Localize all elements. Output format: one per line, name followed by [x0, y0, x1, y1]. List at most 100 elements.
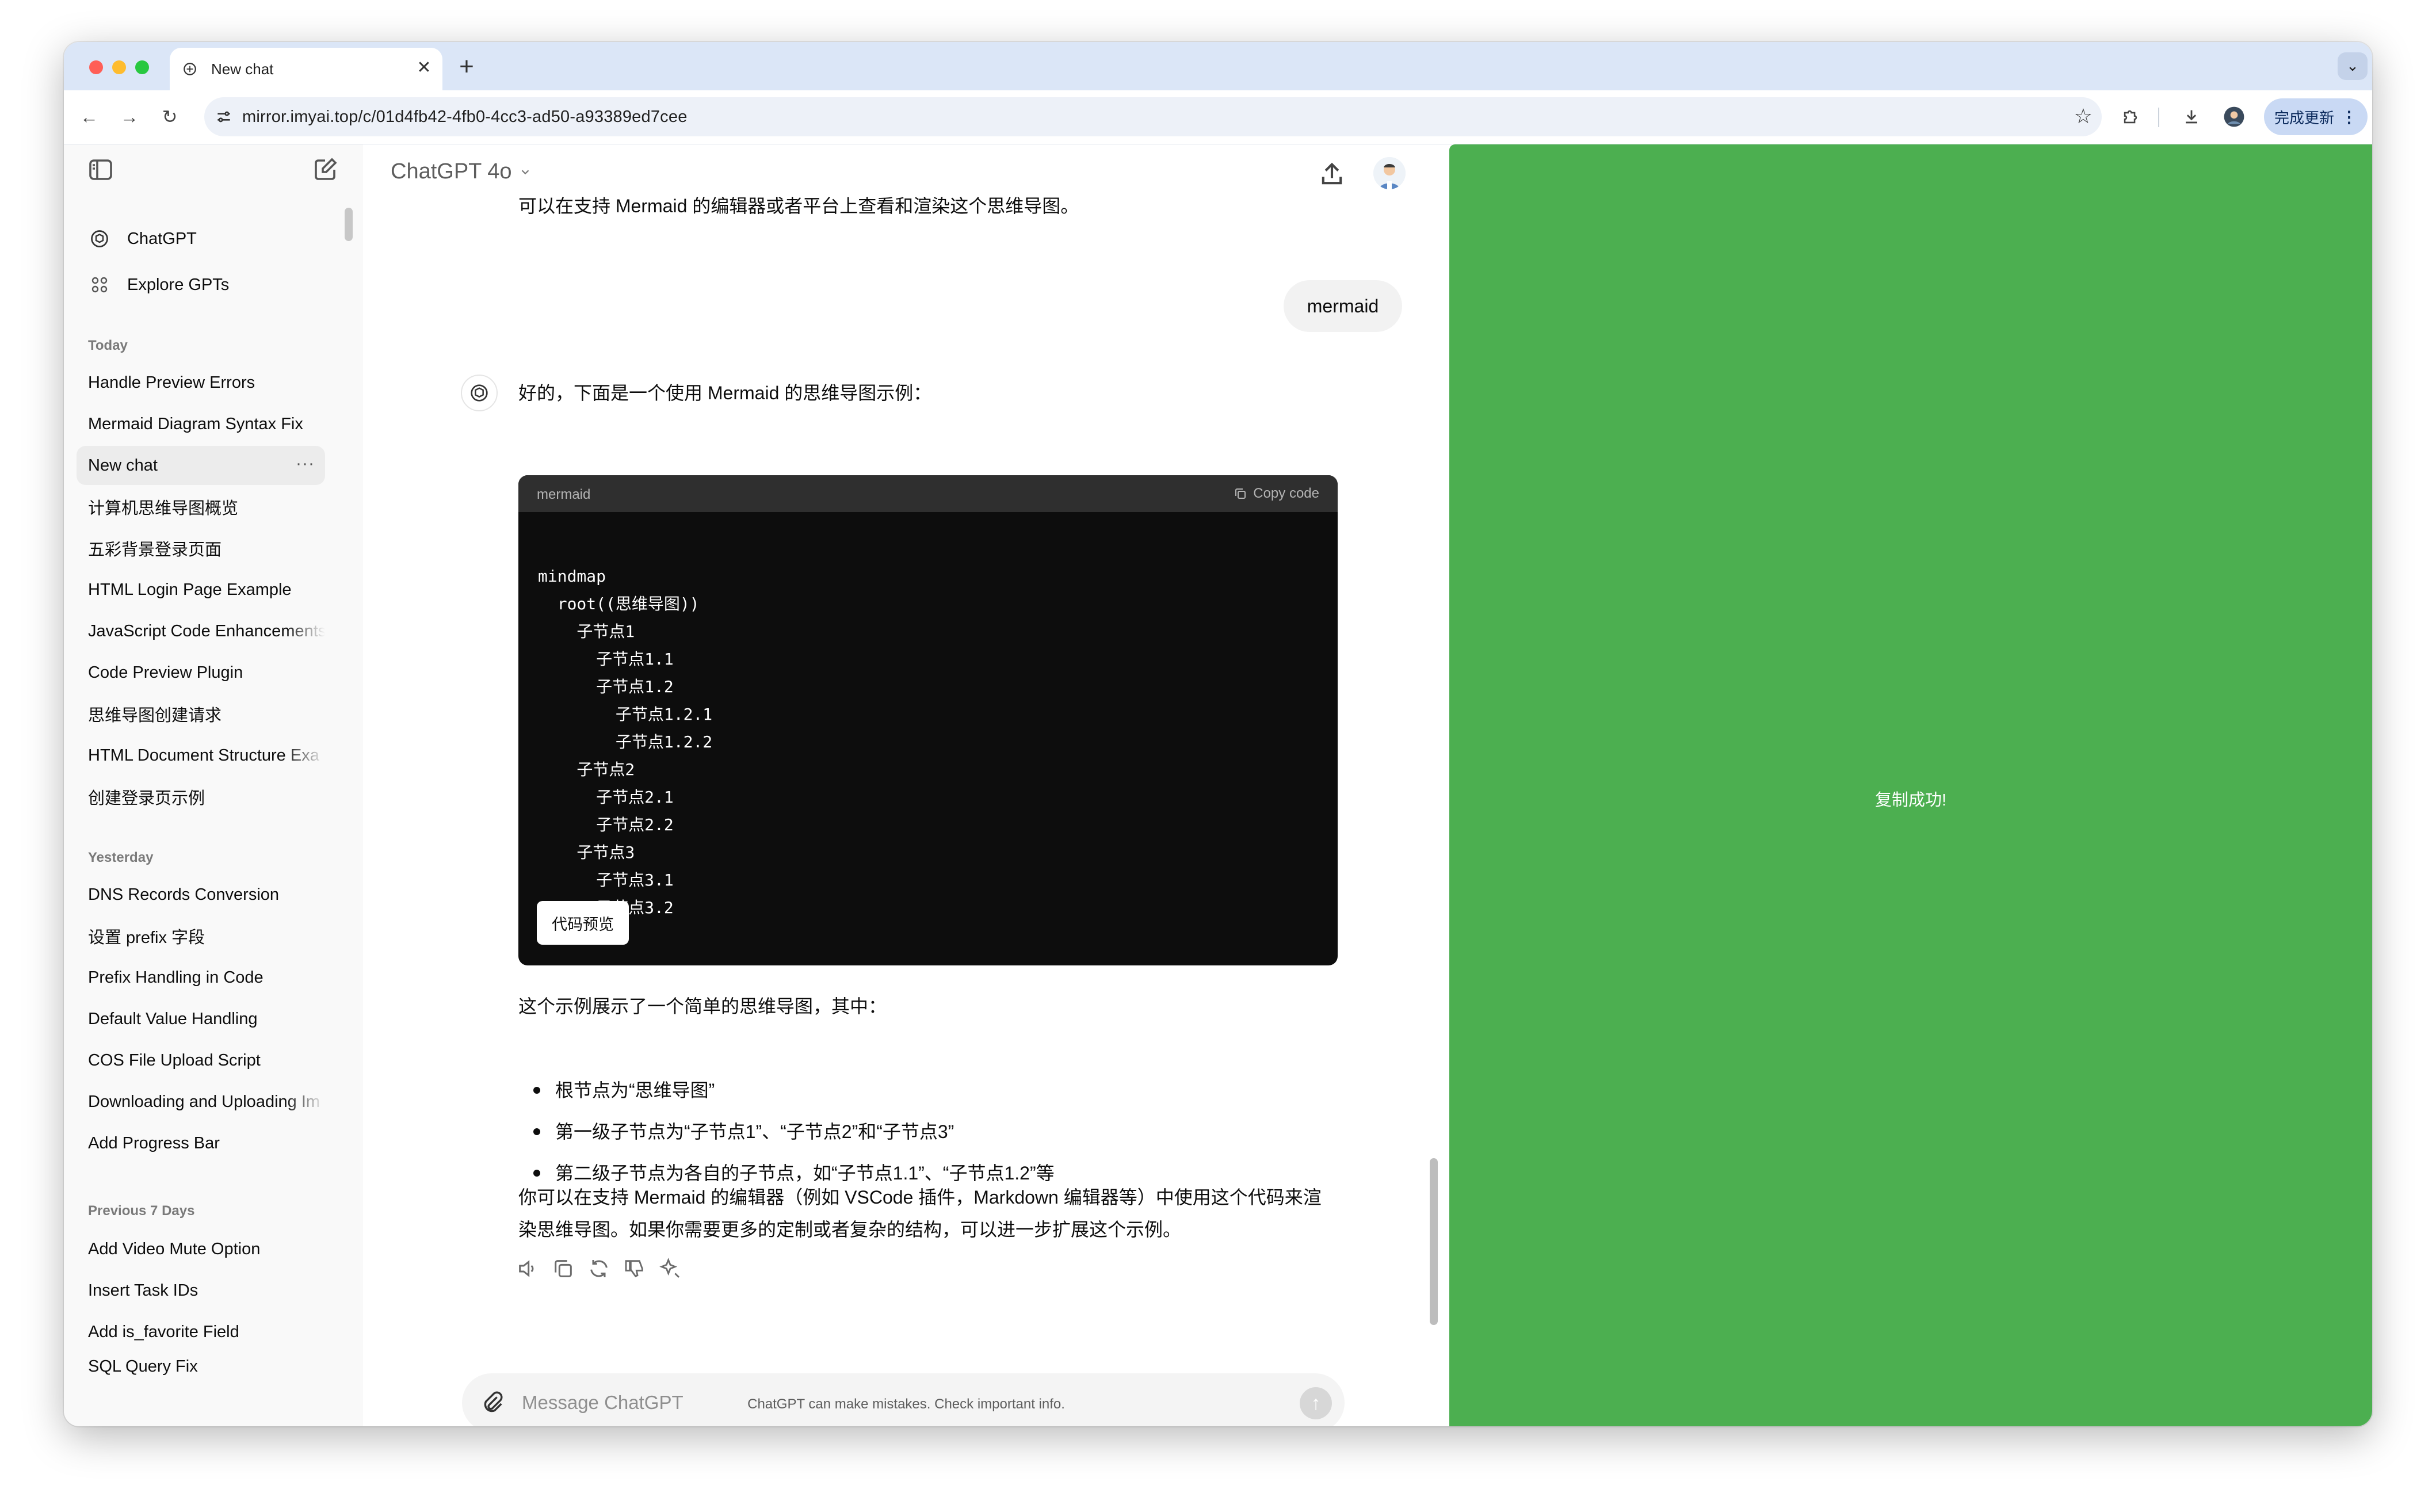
code-line: 子节点1: [538, 622, 635, 641]
copy-success-toast: 复制成功!: [1874, 791, 1947, 810]
chat-history-item[interactable]: Insert Task IDs: [77, 1271, 325, 1310]
code-line: 子节点3: [538, 843, 635, 862]
chat-history-item[interactable]: Add Video Mute Option: [77, 1230, 325, 1269]
chat-history-item[interactable]: Add is_favorite Field: [77, 1312, 325, 1351]
assistant-intro-text: 好的，下面是一个使用 Mermaid 的思维导图示例：: [518, 383, 932, 403]
sidebar-nav-explore-gpts[interactable]: Explore GPTs: [77, 265, 325, 304]
code-preview-button[interactable]: 代码预览: [537, 901, 629, 945]
model-selector[interactable]: ChatGPT 4o: [391, 159, 532, 184]
update-button[interactable]: 完成更新 ⋮: [2264, 98, 2368, 135]
code-line: 子节点1.1: [538, 650, 674, 669]
browser-toolbar: ← → ↻ mirror.imyai.top/c/01d4fb42-4fb0-4…: [64, 90, 2372, 144]
outro-text-line-1: 你可以在支持 Mermaid 的编辑器（例如 VSCode 插件，Markdow…: [518, 1187, 1322, 1208]
outro-text-line-2: 染思维导图。如果你需要更多的定制或者复杂的结构，可以进一步扩展这个示例。: [518, 1219, 1182, 1240]
sparkle-model-switch-icon[interactable]: [659, 1257, 682, 1280]
chat-history-item[interactable]: Add Progress Bar: [77, 1124, 325, 1163]
chevron-down-icon: [521, 169, 529, 174]
chat-history-label: 计算机思维导图概览: [88, 499, 239, 518]
copy-icon[interactable]: [552, 1257, 575, 1280]
chat-history-item[interactable]: 设置 prefix 字段: [77, 917, 325, 956]
chat-history-item[interactable]: Downloading and Uploading Im: [77, 1082, 325, 1121]
download-icon[interactable]: [2177, 102, 2206, 132]
chat-history-item[interactable]: 思维导图创建请求: [77, 694, 325, 734]
chat-history-item[interactable]: JavaScript Code Enhancements: [77, 612, 325, 651]
close-tab-icon[interactable]: ✕: [414, 59, 434, 77]
forward-arrow-icon[interactable]: →: [116, 103, 143, 131]
minimize-window-button[interactable]: [112, 60, 126, 74]
assistant-avatar: [461, 375, 498, 411]
chat-history-label: Prefix Handling in Code: [88, 968, 264, 987]
chat-history-item[interactable]: Code Preview Plugin: [77, 653, 325, 692]
chat-history-label: Add Video Mute Option: [88, 1239, 261, 1258]
sidebar-nav-label: ChatGPT: [127, 229, 197, 248]
chat-scrollbar[interactable]: [1430, 1158, 1438, 1325]
chat-history-label: New chat: [88, 456, 158, 475]
chat-history-item[interactable]: SQL Query Fix: [77, 1354, 325, 1377]
chat-history-label: Mermaid Diagram Syntax Fix: [88, 414, 303, 433]
chat-history-item[interactable]: Handle Preview Errors: [77, 363, 325, 402]
browser-tab-active[interactable]: New chat ✕: [170, 48, 442, 90]
avatar-illustration-icon: [1373, 157, 1406, 189]
site-settings-icon[interactable]: [215, 108, 233, 126]
code-line: 子节点2.2: [538, 815, 674, 834]
address-bar[interactable]: mirror.imyai.top/c/01d4fb42-4fb0-4cc3-ad…: [204, 97, 2102, 136]
sidebar-scrollbar[interactable]: [345, 208, 353, 241]
message-actions: [516, 1257, 682, 1280]
profile-avatar-icon[interactable]: [2219, 102, 2249, 132]
chat-history-item[interactable]: 计算机思维导图概览: [77, 487, 325, 526]
thumbs-down-icon[interactable]: [623, 1257, 646, 1280]
user-avatar[interactable]: [1373, 157, 1406, 189]
chat-history-item[interactable]: DNS Records Conversion: [77, 875, 325, 914]
code-line: 子节点1.2: [538, 677, 674, 696]
code-language-label: mermaid: [537, 487, 591, 502]
user-message-bubble: mermaid: [1284, 280, 1402, 332]
chat-history-label: Code Preview Plugin: [88, 663, 243, 682]
text-fade: [285, 612, 325, 651]
more-options-icon[interactable]: ···: [296, 454, 315, 474]
chat-history-item[interactable]: 创建登录页示例: [77, 777, 325, 816]
new-tab-button[interactable]: +: [450, 51, 483, 83]
reload-icon[interactable]: ↻: [156, 103, 184, 131]
url-text: mirror.imyai.top/c/01d4fb42-4fb0-4cc3-ad…: [242, 108, 688, 126]
copy-code-label: Copy code: [1253, 486, 1319, 501]
chat-history-item[interactable]: Mermaid Diagram Syntax Fix: [77, 404, 325, 444]
kebab-menu-icon: ⋮: [2341, 108, 2357, 126]
read-aloud-speaker-icon[interactable]: [516, 1257, 539, 1280]
chat-history-label: 思维导图创建请求: [88, 707, 222, 725]
regenerate-icon[interactable]: [587, 1257, 610, 1280]
copy-code-button[interactable]: Copy code: [1234, 486, 1319, 502]
sidebar-nav-chatgpt[interactable]: ChatGPT: [77, 219, 325, 258]
disclaimer-text: ChatGPT can make mistakes. Check importa…: [747, 1396, 1065, 1412]
toggle-sidebar-icon[interactable]: [87, 156, 114, 184]
bookmark-star-icon[interactable]: ☆: [2074, 104, 2093, 128]
grid-icon: [91, 277, 108, 293]
chat-history-label: 创建登录页示例: [88, 789, 205, 808]
chat-history-item[interactable]: Prefix Handling in Code: [77, 958, 325, 997]
chat-history-item[interactable]: HTML Document Structure Exa: [77, 736, 325, 775]
zoom-window-button[interactable]: [135, 60, 149, 74]
chat-history-label: Handle Preview Errors: [88, 373, 255, 392]
section-heading-previous-7-days: Previous 7 Days: [88, 1203, 195, 1219]
chat-history-item[interactable]: 五彩背景登录页面: [77, 529, 325, 568]
previous-assistant-text: 可以在支持 Mermaid 的编辑器或者平台上查看和渲染这个思维导图。: [518, 196, 1079, 216]
close-window-button[interactable]: [89, 60, 103, 74]
tab-search-chevron-icon[interactable]: ⌄: [2338, 52, 2368, 80]
section-heading-today: Today: [88, 338, 128, 353]
chat-history-item-active[interactable]: New chat ···: [77, 446, 325, 485]
share-upload-icon[interactable]: [1317, 159, 1347, 189]
back-arrow-icon[interactable]: ←: [75, 103, 103, 131]
code-block-header: mermaid Copy code: [518, 475, 1338, 512]
chat-history-item[interactable]: COS File Upload Script: [77, 1041, 325, 1080]
extensions-puzzle-icon[interactable]: [2116, 102, 2145, 132]
code-preview-panel: 复制成功!: [1449, 144, 2372, 1426]
chat-history-item[interactable]: Default Value Handling: [77, 999, 325, 1038]
update-button-label: 完成更新: [2274, 109, 2334, 127]
chat-history-item[interactable]: HTML Login Page Example: [77, 570, 325, 609]
copy-icon: [1235, 488, 1246, 499]
text-fade: [285, 1082, 325, 1121]
chat-history-label: HTML Login Page Example: [88, 580, 292, 599]
list-item: 根节点为“思维导图”: [518, 1070, 1055, 1111]
chat-history-label: DNS Records Conversion: [88, 885, 280, 904]
new-chat-edit-icon[interactable]: [311, 156, 339, 184]
text-fade: [285, 736, 325, 775]
